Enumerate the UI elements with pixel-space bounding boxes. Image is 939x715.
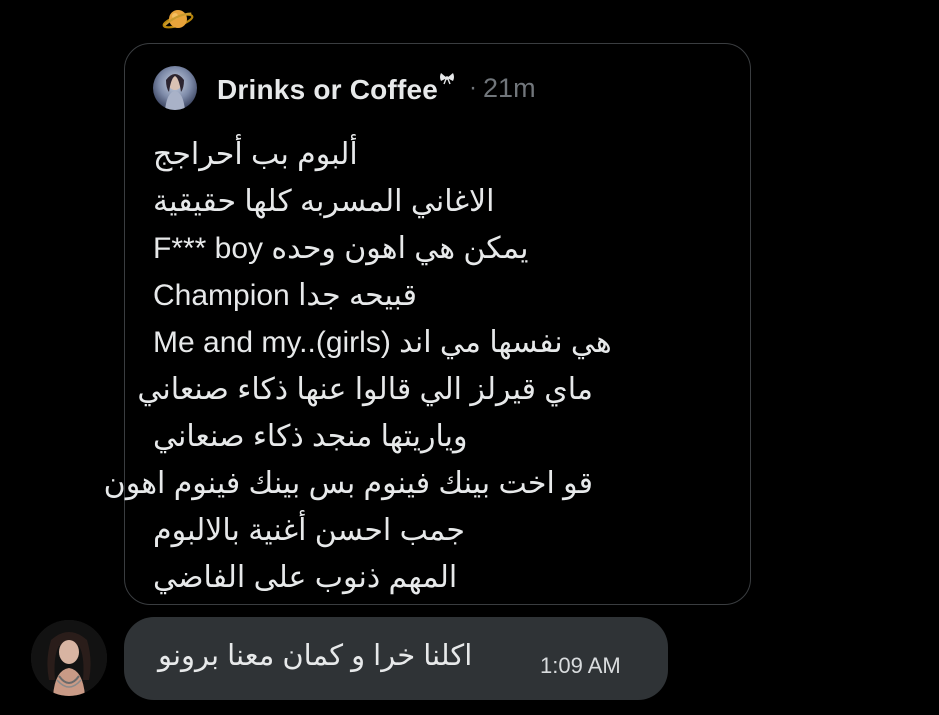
quote-line: جمب احسن أغنية بالالبوم bbox=[153, 514, 465, 547]
message-timestamp: 1:09 AM bbox=[540, 653, 621, 678]
message-bubble[interactable]: اكلنا خرا و كمان معنا برونو 1:09 AM bbox=[124, 617, 668, 700]
sender-avatar-image bbox=[31, 620, 107, 696]
quote-line: Champion قبيحه جدا bbox=[153, 279, 417, 312]
quote-line: المهم ذنوب على الفاضي bbox=[153, 561, 458, 594]
author-avatar[interactable] bbox=[153, 66, 197, 110]
quote-line: Me and my..(girls) هي نفسها مي اند bbox=[153, 326, 612, 359]
quoted-tweet-text: ألبوم بب أحراجج الاغاني المسربه كلها حقي… bbox=[103, 131, 612, 601]
author-avatar-image bbox=[153, 66, 197, 110]
quoted-tweet-header: Drinks or Coffee · 21m bbox=[153, 66, 536, 110]
message-text: اكلنا خرا و كمان معنا برونو bbox=[158, 640, 473, 672]
quoted-tweet-card[interactable]: Drinks or Coffee · 21m ألبوم بب أحراجج ا… bbox=[103, 43, 751, 605]
quote-line: ألبوم بب أحراجج bbox=[153, 138, 358, 171]
quote-line: الاغاني المسربه كلها حقيقية bbox=[153, 185, 495, 218]
small-bow-icon bbox=[440, 72, 455, 84]
quote-line: ماي قيرلز الي قالوا عنها ذكاء صنعاني bbox=[137, 373, 593, 406]
quote-line: وياريتها منجد ذكاء صنعاني bbox=[153, 420, 468, 453]
quote-line: قو اخت بينك فينوم بس بينك فينوم اهون bbox=[103, 467, 593, 500]
header-separator: · bbox=[469, 74, 478, 101]
post-timestamp[interactable]: 21m bbox=[483, 73, 536, 104]
sender-avatar[interactable] bbox=[31, 620, 107, 696]
author-name[interactable]: Drinks or Coffee bbox=[217, 71, 455, 106]
ringed-planet-icon bbox=[162, 10, 194, 29]
quote-line: F*** boy يمكن هي اهون وحده bbox=[153, 232, 529, 265]
